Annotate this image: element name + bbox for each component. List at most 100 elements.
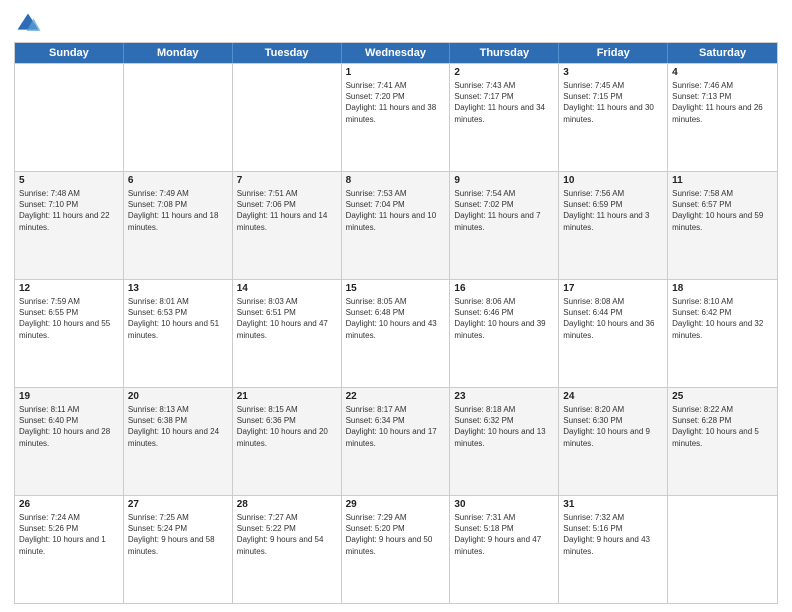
cal-cell: 17Sunrise: 8:08 AM Sunset: 6:44 PM Dayli… [559,280,668,387]
logo [14,10,46,38]
cal-cell: 15 Sunrise: 8:05 AM Sunset: 6:48 PM Dayli… [342,280,451,387]
day-number: 22 [346,391,446,402]
day-info: Sunrise: 7:45 AM Sunset: 7:15 PM Dayligh… [563,80,663,125]
day-header-tuesday: Tuesday [233,43,342,63]
cal-cell: 25Sunrise: 8:22 AM Sunset: 6:28 PM Dayli… [668,388,777,495]
day-info: Sunrise: 7:51 AM Sunset: 7:06 PM Dayligh… [237,188,337,233]
cal-cell: 13 Sunrise: 8:01 AM Sunset: 6:53 PM Dayli… [124,280,233,387]
cal-cell [233,64,342,171]
day-info: Sunrise: 7:58 AM Sunset: 6:57 PM Dayligh… [672,188,773,233]
day-info: Sunrise: 8:13 AM Sunset: 6:38 PM Dayligh… [128,404,228,449]
cal-cell [15,64,124,171]
day-header-thursday: Thursday [450,43,559,63]
calendar: SundayMondayTuesdayWednesdayThursdayFrid… [14,42,778,604]
day-number: 12 [19,283,119,294]
week-row-3: 12 Sunrise: 7:59 AM Sunset: 6:55 PM Dayli… [15,279,777,387]
cal-cell: 23 Sunrise: 8:18 AM Sunset: 6:32 PM Dayli… [450,388,559,495]
cal-cell: 10 Sunrise: 7:56 AM Sunset: 6:59 PM Dayli… [559,172,668,279]
cal-cell: 1 Sunrise: 7:41 AM Sunset: 7:20 PM Daylig… [342,64,451,171]
day-number: 13 [128,283,228,294]
day-info: Sunrise: 8:15 AM Sunset: 6:36 PM Dayligh… [237,404,337,449]
day-info: Sunrise: 7:27 AM Sunset: 5:22 PM Dayligh… [237,512,337,557]
day-info: Sunrise: 7:48 AM Sunset: 7:10 PM Dayligh… [19,188,119,233]
cal-cell: 29 Sunrise: 7:29 AM Sunset: 5:20 PM Dayli… [342,496,451,603]
day-info: Sunrise: 7:49 AM Sunset: 7:08 PM Dayligh… [128,188,228,233]
day-info: Sunrise: 8:20 AM Sunset: 6:30 PM Dayligh… [563,404,663,449]
day-number: 19 [19,391,119,402]
week-row-5: 26Sunrise: 7:24 AM Sunset: 5:26 PM Dayli… [15,495,777,603]
day-header-friday: Friday [559,43,668,63]
day-info: Sunrise: 7:46 AM Sunset: 7:13 PM Dayligh… [672,80,773,125]
cal-cell: 30Sunrise: 7:31 AM Sunset: 5:18 PM Dayli… [450,496,559,603]
cal-cell: 21 Sunrise: 8:15 AM Sunset: 6:36 PM Dayli… [233,388,342,495]
day-number: 21 [237,391,337,402]
day-info: Sunrise: 7:56 AM Sunset: 6:59 PM Dayligh… [563,188,663,233]
day-number: 15 [346,283,446,294]
calendar-header: SundayMondayTuesdayWednesdayThursdayFrid… [15,43,777,63]
cal-cell: 22Sunrise: 8:17 AM Sunset: 6:34 PM Dayli… [342,388,451,495]
day-info: Sunrise: 8:01 AM Sunset: 6:53 PM Dayligh… [128,296,228,341]
cal-cell: 27 Sunrise: 7:25 AM Sunset: 5:24 PM Dayli… [124,496,233,603]
day-number: 2 [454,67,554,78]
day-header-sunday: Sunday [15,43,124,63]
day-number: 28 [237,499,337,510]
day-number: 26 [19,499,119,510]
day-info: Sunrise: 7:29 AM Sunset: 5:20 PM Dayligh… [346,512,446,557]
cal-cell: 4Sunrise: 7:46 AM Sunset: 7:13 PM Daylig… [668,64,777,171]
header [14,10,778,38]
day-info: Sunrise: 7:43 AM Sunset: 7:17 PM Dayligh… [454,80,554,125]
day-number: 14 [237,283,337,294]
day-number: 20 [128,391,228,402]
cal-cell [124,64,233,171]
cal-cell: 5 Sunrise: 7:48 AM Sunset: 7:10 PM Daylig… [15,172,124,279]
cal-cell: 14 Sunrise: 8:03 AM Sunset: 6:51 PM Dayli… [233,280,342,387]
day-header-saturday: Saturday [668,43,777,63]
week-row-4: 19Sunrise: 8:11 AM Sunset: 6:40 PM Dayli… [15,387,777,495]
cal-cell: 2 Sunrise: 7:43 AM Sunset: 7:17 PM Daylig… [450,64,559,171]
day-number: 9 [454,175,554,186]
day-info: Sunrise: 7:59 AM Sunset: 6:55 PM Dayligh… [19,296,119,341]
cal-cell: 28 Sunrise: 7:27 AM Sunset: 5:22 PM Dayli… [233,496,342,603]
day-info: Sunrise: 8:03 AM Sunset: 6:51 PM Dayligh… [237,296,337,341]
cal-cell: 7Sunrise: 7:51 AM Sunset: 7:06 PM Daylig… [233,172,342,279]
day-info: Sunrise: 8:10 AM Sunset: 6:42 PM Dayligh… [672,296,773,341]
calendar-body: 1 Sunrise: 7:41 AM Sunset: 7:20 PM Daylig… [15,63,777,603]
day-info: Sunrise: 8:05 AM Sunset: 6:48 PM Dayligh… [346,296,446,341]
cal-cell: 31Sunrise: 7:32 AM Sunset: 5:16 PM Dayli… [559,496,668,603]
day-number: 29 [346,499,446,510]
day-number: 3 [563,67,663,78]
day-info: Sunrise: 7:53 AM Sunset: 7:04 PM Dayligh… [346,188,446,233]
day-number: 23 [454,391,554,402]
day-number: 27 [128,499,228,510]
cal-cell: 20 Sunrise: 8:13 AM Sunset: 6:38 PM Dayli… [124,388,233,495]
day-number: 5 [19,175,119,186]
week-row-2: 5 Sunrise: 7:48 AM Sunset: 7:10 PM Daylig… [15,171,777,279]
day-info: Sunrise: 8:22 AM Sunset: 6:28 PM Dayligh… [672,404,773,449]
cal-cell: 6 Sunrise: 7:49 AM Sunset: 7:08 PM Daylig… [124,172,233,279]
cal-cell: 12 Sunrise: 7:59 AM Sunset: 6:55 PM Dayli… [15,280,124,387]
cal-cell: 24Sunrise: 8:20 AM Sunset: 6:30 PM Dayli… [559,388,668,495]
cal-cell: 11Sunrise: 7:58 AM Sunset: 6:57 PM Dayli… [668,172,777,279]
day-number: 16 [454,283,554,294]
cal-cell: 9 Sunrise: 7:54 AM Sunset: 7:02 PM Daylig… [450,172,559,279]
day-info: Sunrise: 8:18 AM Sunset: 6:32 PM Dayligh… [454,404,554,449]
day-info: Sunrise: 8:08 AM Sunset: 6:44 PM Dayligh… [563,296,663,341]
day-info: Sunrise: 7:41 AM Sunset: 7:20 PM Dayligh… [346,80,446,125]
page: SundayMondayTuesdayWednesdayThursdayFrid… [0,0,792,612]
day-info: Sunrise: 7:25 AM Sunset: 5:24 PM Dayligh… [128,512,228,557]
day-number: 6 [128,175,228,186]
cal-cell: 16Sunrise: 8:06 AM Sunset: 6:46 PM Dayli… [450,280,559,387]
day-header-monday: Monday [124,43,233,63]
cal-cell: 19Sunrise: 8:11 AM Sunset: 6:40 PM Dayli… [15,388,124,495]
cal-cell: 26Sunrise: 7:24 AM Sunset: 5:26 PM Dayli… [15,496,124,603]
week-row-1: 1 Sunrise: 7:41 AM Sunset: 7:20 PM Daylig… [15,63,777,171]
cal-cell [668,496,777,603]
day-header-wednesday: Wednesday [342,43,451,63]
day-number: 18 [672,283,773,294]
day-number: 1 [346,67,446,78]
day-info: Sunrise: 7:54 AM Sunset: 7:02 PM Dayligh… [454,188,554,233]
cal-cell: 18 Sunrise: 8:10 AM Sunset: 6:42 PM Dayli… [668,280,777,387]
day-number: 30 [454,499,554,510]
day-info: Sunrise: 7:32 AM Sunset: 5:16 PM Dayligh… [563,512,663,557]
day-number: 10 [563,175,663,186]
